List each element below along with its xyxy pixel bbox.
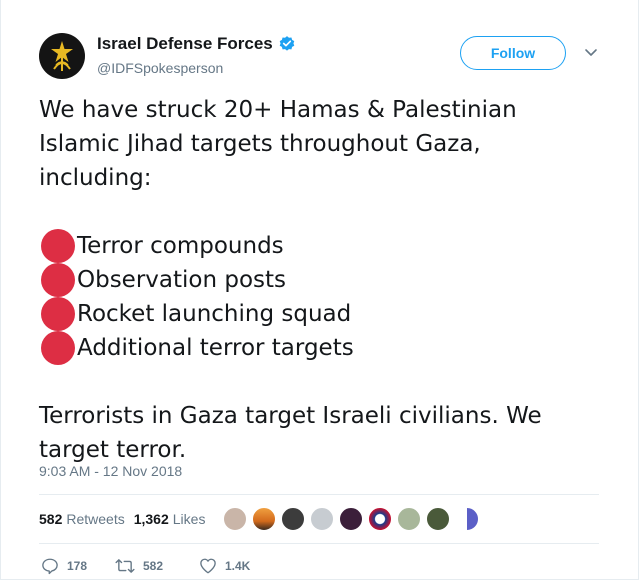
author-info: Israel Defense Forces @IDFSpokesperson — [97, 34, 296, 76]
red-circle-emoji-icon — [41, 297, 75, 331]
liker-avatar[interactable] — [426, 507, 450, 531]
liker-avatar[interactable] — [455, 507, 479, 531]
engagement-stats: 582 Retweets 1,362 Likes — [39, 509, 214, 529]
liker-avatar[interactable] — [339, 507, 363, 531]
red-circle-emoji-icon — [41, 263, 75, 297]
bullet-item: Terror compounds — [41, 229, 599, 263]
author-handle[interactable]: @IDFSpokesperson — [97, 60, 296, 76]
liker-avatar[interactable] — [310, 507, 334, 531]
retweet-button[interactable]: 582 — [115, 557, 199, 575]
bullet-item: Observation posts — [41, 263, 599, 297]
liker-avatar[interactable] — [397, 507, 421, 531]
liker-avatar[interactable] — [252, 507, 276, 531]
tweet-text-line: Terrorists in Gaza target Israeli civili… — [39, 403, 542, 429]
likes-count: 1,362 — [133, 511, 169, 527]
red-circle-emoji-icon — [41, 229, 75, 263]
like-count: 1.4K — [225, 559, 251, 573]
likes-stat[interactable]: 1,362 Likes — [134, 511, 206, 527]
bullet-text: Terror compounds — [77, 233, 284, 259]
retweets-stat[interactable]: 582 Retweets — [39, 511, 125, 527]
liker-avatar[interactable] — [223, 507, 247, 531]
liker-avatar[interactable] — [368, 507, 392, 531]
chevron-down-icon[interactable] — [583, 44, 599, 60]
divider — [39, 494, 599, 495]
heart-icon — [200, 558, 216, 574]
reply-icon — [42, 558, 58, 575]
bullet-item: Additional terror targets — [41, 331, 599, 365]
bullet-text: Additional terror targets — [77, 335, 354, 361]
liker-avatar[interactable] — [281, 507, 305, 531]
tweet-text-line: target terror. — [39, 437, 187, 463]
author-name[interactable]: Israel Defense Forces — [97, 34, 273, 54]
like-button[interactable]: 1.4K — [199, 557, 250, 575]
retweet-count: 582 — [143, 559, 164, 573]
follow-button[interactable]: Follow — [460, 36, 566, 70]
tweet-timestamp[interactable]: 9:03 AM - 12 Nov 2018 — [39, 463, 182, 479]
divider — [39, 543, 599, 544]
reply-button[interactable]: 178 — [41, 557, 115, 575]
tweet-text: We have struck 20+ Hamas & Palestinian I… — [39, 93, 599, 467]
bullet-item: Rocket launching squad — [41, 297, 599, 331]
author-avatar[interactable] — [39, 33, 85, 79]
red-circle-emoji-icon — [41, 331, 75, 365]
likes-label: Likes — [172, 511, 206, 527]
verified-badge-icon — [279, 36, 295, 51]
bullet-text: Observation posts — [77, 267, 287, 293]
retweets-label: Retweets — [66, 511, 125, 527]
retweet-icon — [115, 559, 135, 573]
tweet-card: Israel Defense Forces @IDFSpokesperson F… — [0, 0, 639, 580]
idf-emblem-icon — [51, 41, 73, 71]
liker-avatars — [223, 507, 484, 531]
bullet-text: Rocket launching squad — [77, 301, 352, 327]
retweets-count: 582 — [39, 511, 63, 527]
tweet-text-line: including: — [39, 165, 152, 191]
tweet-text-line: Islamic Jihad targets throughout Gaza, — [39, 131, 481, 157]
reply-count: 178 — [67, 559, 88, 573]
tweet-actions: 178 582 1.4K — [41, 557, 250, 575]
tweet-text-line: We have struck 20+ Hamas & Palestinian — [39, 97, 517, 123]
